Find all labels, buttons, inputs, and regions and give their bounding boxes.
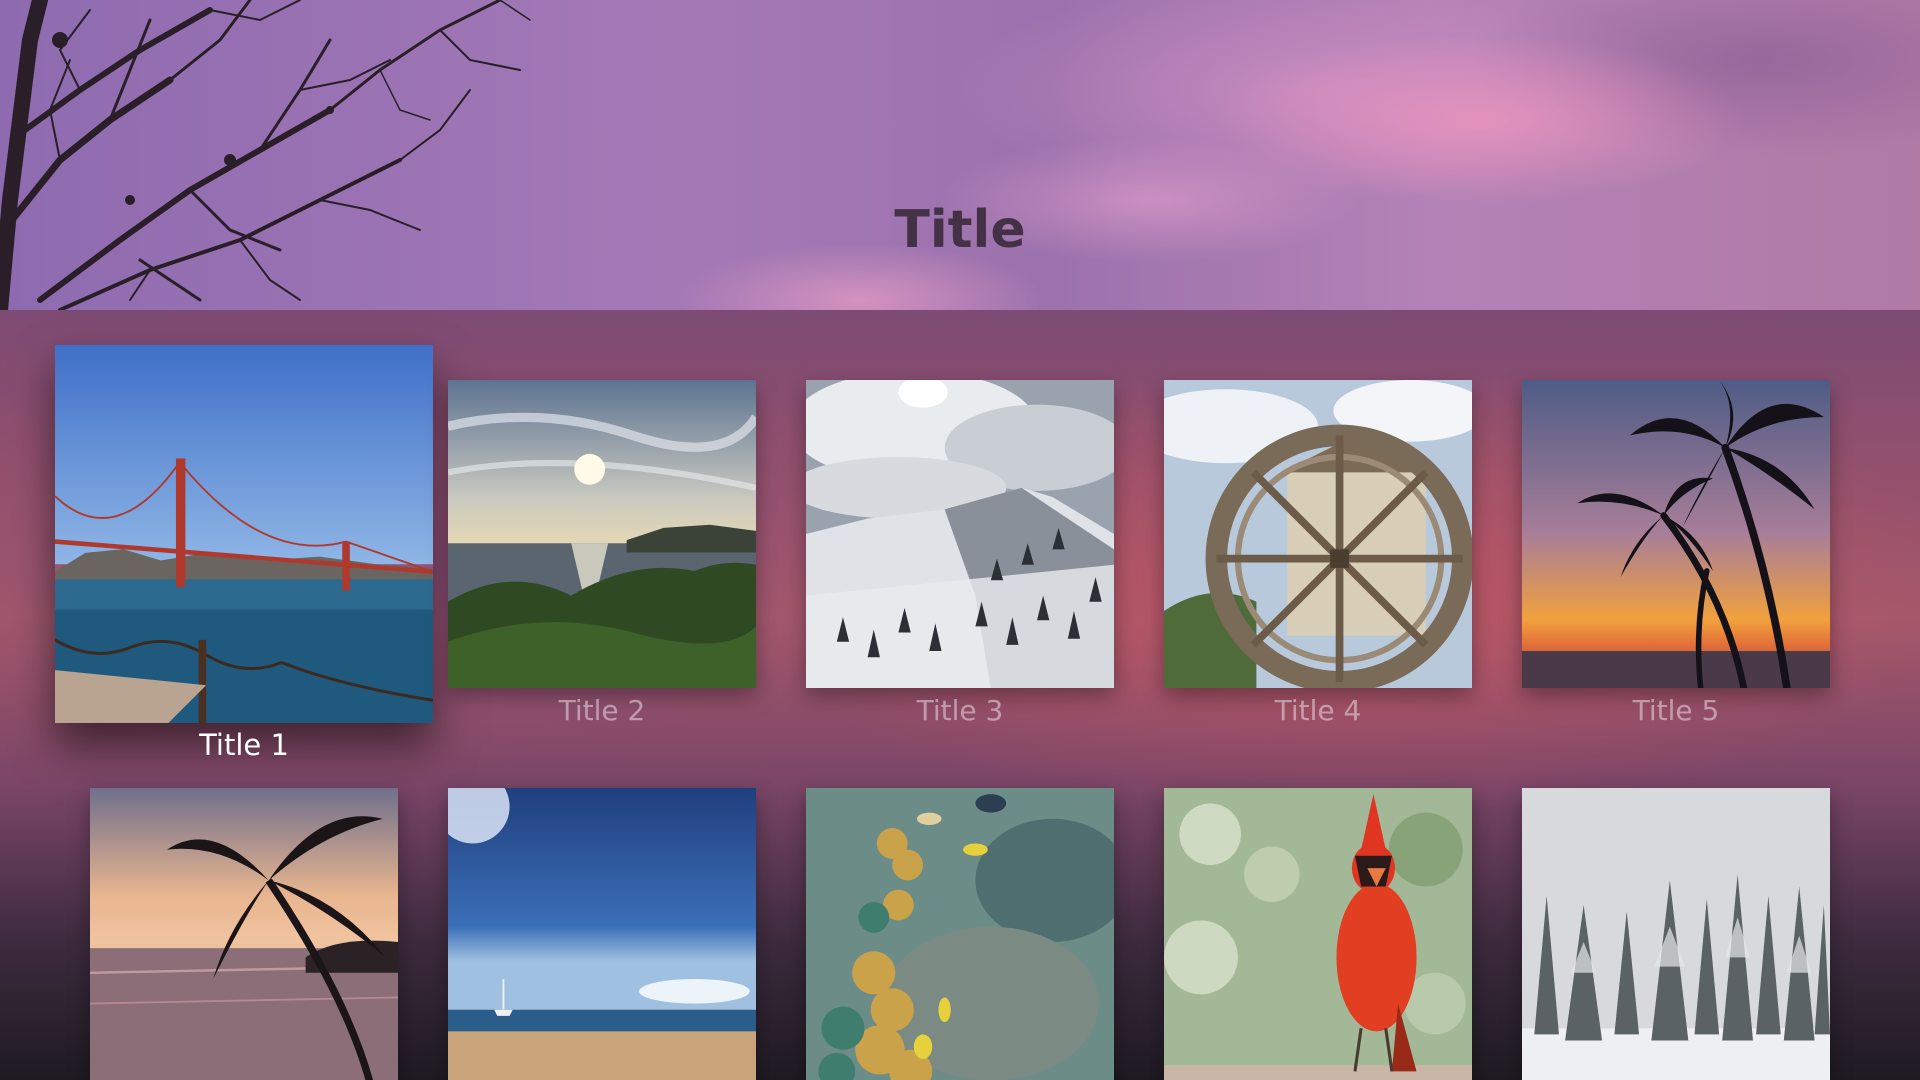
coral-reef-photo — [806, 788, 1114, 1080]
grid-item-7[interactable] — [448, 788, 756, 1080]
grid-item-6[interactable] — [90, 788, 398, 1080]
palm-tree-beach-photo — [90, 788, 398, 1080]
grid-item-4[interactable] — [1164, 380, 1472, 688]
grid-item-label: Title 1 — [199, 728, 289, 762]
grid-item-10[interactable] — [1522, 788, 1830, 1080]
cardinal-bird-photo — [1164, 788, 1472, 1080]
photo-grid: Title 1 Title 2 Title 3 Title 4 Title 5 — [0, 310, 1920, 1080]
grid-item-9[interactable] — [1164, 788, 1472, 1080]
grid-item-2[interactable] — [448, 380, 756, 688]
water-wheel-photo — [1164, 380, 1472, 688]
grid-item-label: Title 5 — [1632, 694, 1720, 727]
snowy-mountain-photo — [806, 380, 1114, 688]
grid-item-8[interactable] — [806, 788, 1114, 1080]
grid-item-label: Title 3 — [916, 694, 1004, 727]
grid-item-label: Title 4 — [1274, 694, 1362, 727]
grid-item-1[interactable] — [55, 345, 433, 723]
palm-trees-sunset-photo — [1522, 380, 1830, 688]
grid-item-5[interactable] — [1522, 380, 1830, 688]
golden-gate-bridge-photo — [55, 345, 433, 723]
snowy-forest-photo — [1522, 788, 1830, 1080]
coastal-sunset-photo — [448, 380, 756, 688]
bare-tree-branches — [0, 0, 531, 310]
grid-item-3[interactable] — [806, 380, 1114, 688]
sunny-beach-photo — [448, 788, 756, 1080]
grid-item-label: Title 2 — [558, 694, 646, 727]
page-title: Title — [894, 200, 1026, 260]
header-banner: Title — [0, 0, 1920, 310]
